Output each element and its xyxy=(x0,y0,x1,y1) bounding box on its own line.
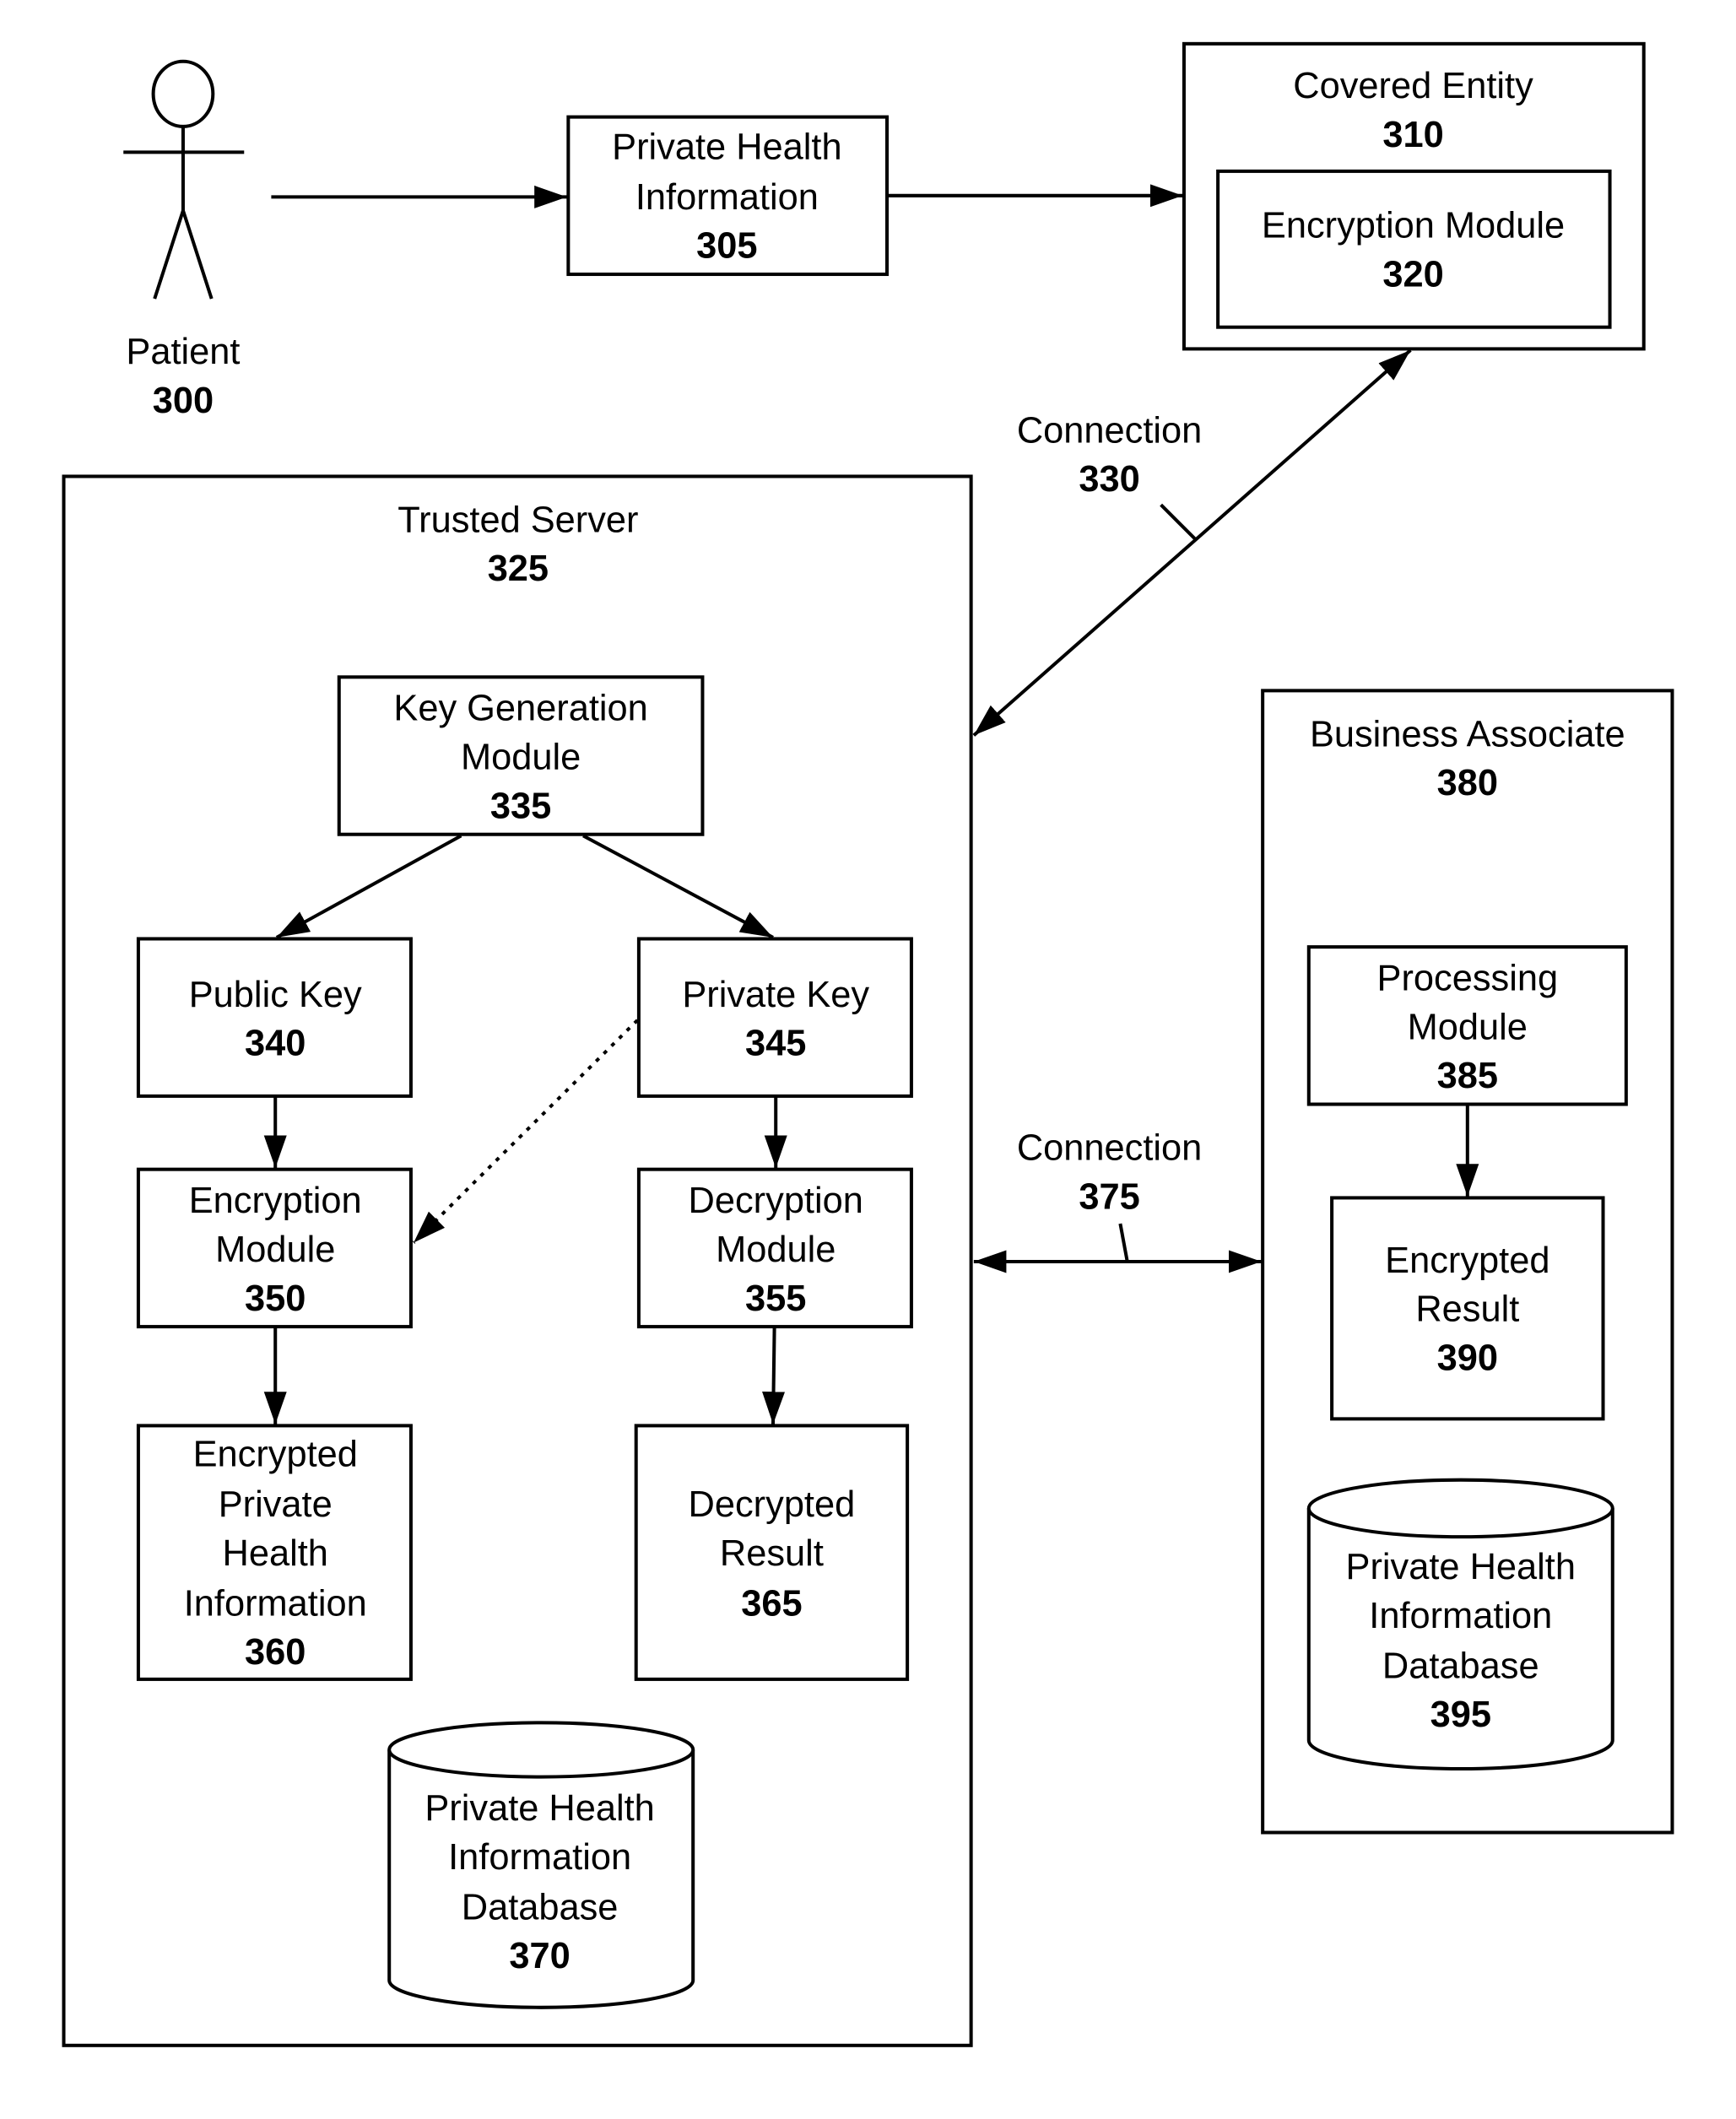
decrypted-result-ref: 365 xyxy=(741,1583,802,1624)
ba-db-line1: Private Health xyxy=(1346,1547,1576,1587)
private-key-label: Private Key xyxy=(682,975,869,1015)
ba-db-ref: 395 xyxy=(1430,1695,1491,1735)
processing-label-line1: Processing xyxy=(1377,959,1559,999)
trusted-server-label: Trusted Server xyxy=(397,500,638,540)
business-associate-label: Business Associate xyxy=(1310,714,1625,754)
public-key-label: Public Key xyxy=(189,975,362,1015)
ce-encryption-ref: 320 xyxy=(1382,254,1443,295)
decryption-ref: 355 xyxy=(745,1278,806,1319)
patient-ref: 300 xyxy=(153,381,214,421)
ce-encryption-module-box xyxy=(1216,169,1612,329)
key-gen-label-line1: Key Generation xyxy=(393,689,647,729)
private-key-box: Private Key 345 xyxy=(636,937,913,1098)
encrypted-phi-line3: Health xyxy=(223,1533,328,1574)
public-key-ref: 340 xyxy=(245,1024,306,1064)
ts-db-line1: Private Health xyxy=(425,1788,654,1829)
key-gen-ref: 335 xyxy=(490,786,551,826)
ba-db-line2: Information xyxy=(1369,1596,1552,1636)
decryption-label-line2: Module xyxy=(716,1230,836,1270)
decryption-label-line1: Decryption xyxy=(689,1181,863,1221)
connection-375-ref: 375 xyxy=(1079,1176,1139,1217)
decrypted-result-line2: Result xyxy=(720,1533,824,1574)
ts-encryption-module-box: Encryption Module 350 xyxy=(136,1167,413,1329)
encrypted-result-line2: Result xyxy=(1415,1289,1519,1330)
private-key-ref: 345 xyxy=(745,1024,806,1064)
connection-330-leader xyxy=(1160,503,1198,542)
encrypted-phi-box: Encrypted Private Health Information 360 xyxy=(136,1424,413,1681)
covered-entity-ref: 310 xyxy=(1382,115,1443,155)
ts-db-ref: 370 xyxy=(509,1936,570,1976)
ts-encryption-label-line1: Encryption xyxy=(189,1181,362,1221)
ts-phi-database-cylinder: Private Health Information Database 370 xyxy=(387,1721,695,2009)
processing-label-line2: Module xyxy=(1408,1007,1528,1047)
connection-330-ref: 330 xyxy=(1079,459,1139,500)
connection-330-line xyxy=(972,349,1412,737)
phi-box: Private Health Information 305 xyxy=(566,115,890,277)
connection-330-label: Connection xyxy=(1017,410,1202,451)
phi-ref: 305 xyxy=(696,226,757,267)
connection-375-leader xyxy=(1118,1223,1129,1261)
business-associate-ref: 380 xyxy=(1437,763,1498,803)
encrypted-result-line1: Encrypted xyxy=(1385,1241,1549,1281)
key-generation-module-box: Key Generation Module 335 xyxy=(337,675,705,836)
ba-phi-database-cylinder: Private Health Information Database 395 xyxy=(1306,1478,1614,1770)
decrypted-result-box: Decrypted Result 365 xyxy=(634,1424,910,1681)
encrypted-result-box: Encrypted Result 390 xyxy=(1330,1196,1605,1421)
ts-encryption-label-line2: Module xyxy=(215,1230,335,1270)
phi-label-line2: Information xyxy=(635,177,819,218)
processing-module-box: Processing Module 385 xyxy=(1306,945,1628,1106)
decrypted-result-line1: Decrypted xyxy=(689,1484,856,1525)
trusted-server-ref: 325 xyxy=(488,549,549,589)
covered-entity-label: Covered Entity xyxy=(1293,66,1533,106)
diagram-canvas: Patient 300 Private Health Information 3… xyxy=(62,41,1674,2047)
patient-figure-icon xyxy=(123,59,245,300)
phi-label-line1: Private Health xyxy=(612,127,841,167)
encrypted-phi-line1: Encrypted xyxy=(193,1435,358,1475)
arrow-decryption-to-decrypted-result xyxy=(762,1327,786,1424)
patient-label: Patient xyxy=(126,332,240,372)
ts-db-line3: Database xyxy=(462,1887,619,1927)
encrypted-phi-line4: Information xyxy=(184,1583,367,1624)
public-key-box: Public Key 340 xyxy=(136,937,413,1098)
ts-encryption-ref: 350 xyxy=(245,1278,306,1319)
ba-db-line3: Database xyxy=(1382,1646,1539,1686)
ts-db-line2: Information xyxy=(448,1837,631,1878)
processing-ref: 385 xyxy=(1437,1056,1498,1096)
decryption-module-box: Decryption Module 355 xyxy=(636,1167,913,1329)
ce-encryption-label: Encryption Module xyxy=(1262,206,1565,246)
encrypted-result-ref: 390 xyxy=(1437,1338,1498,1379)
key-gen-label-line2: Module xyxy=(461,738,581,778)
connection-375-label: Connection xyxy=(1017,1127,1202,1168)
encrypted-phi-ref: 360 xyxy=(245,1632,306,1673)
encrypted-phi-line2: Private xyxy=(219,1484,333,1525)
covered-entity-box: Covered Entity 310 Encryption Module 320 xyxy=(1182,41,1646,351)
